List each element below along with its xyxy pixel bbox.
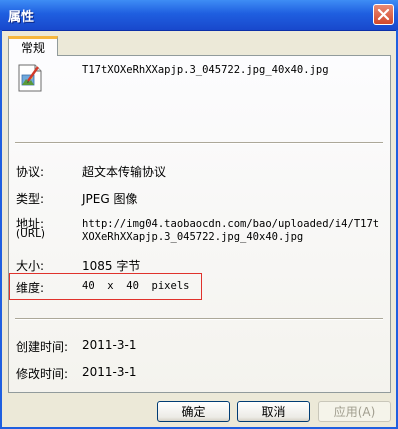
separator [15, 142, 383, 144]
size-label: 大小: [16, 259, 45, 273]
address-value: http://img04.taobaocdn.com/bao/uploaded/… [82, 218, 379, 244]
address-sublabel: (URL) [16, 228, 46, 240]
type-label: 类型: [16, 192, 45, 206]
address-line-2: XOXeRhXXapjp.3_045722.jpg_40x40.jpg [82, 231, 304, 243]
dimensions-value: 40 x 40 pixels [82, 280, 190, 292]
created-value: 2011-3-1 [82, 338, 137, 352]
size-value: 1085 字节 [82, 259, 141, 273]
image-file-icon [18, 64, 42, 92]
title-bar: 属性 [0, 0, 398, 31]
close-button[interactable] [373, 4, 394, 25]
modified-label: 修改时间: [16, 367, 69, 381]
type-value: JPEG 图像 [82, 192, 138, 206]
window-title: 属性 [8, 10, 35, 25]
dimensions-label: 维度: [16, 281, 45, 295]
close-icon [377, 8, 390, 21]
ok-button[interactable]: 确定 [157, 401, 230, 422]
separator [15, 318, 383, 320]
created-label: 创建时间: [16, 340, 69, 354]
address-line-1: http://img04.taobaocdn.com/bao/uploaded/… [82, 218, 380, 230]
file-name: T17tXOXeRhXXapjp.3_045722.jpg_40x40.jpg [82, 64, 329, 76]
tab-general[interactable]: 常规 [8, 36, 58, 56]
modified-value: 2011-3-1 [82, 365, 137, 379]
cancel-button[interactable]: 取消 [237, 401, 310, 422]
protocol-value: 超文本传输协议 [82, 165, 167, 179]
protocol-label: 协议: [16, 165, 45, 179]
apply-button[interactable]: 应用(A) [318, 401, 391, 422]
